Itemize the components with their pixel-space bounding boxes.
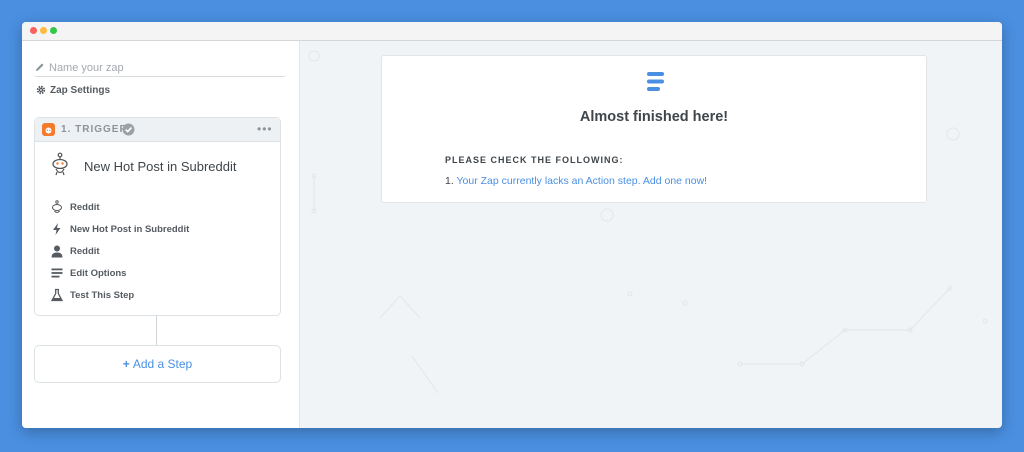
add-step-label: Add a Step (132, 357, 193, 371)
step-connector-line (156, 315, 157, 345)
more-options-icon[interactable]: ••• (257, 122, 273, 136)
user-icon (51, 245, 63, 258)
trigger-title: New Hot Post in Subreddit (84, 159, 237, 174)
close-window-button[interactable] (30, 27, 37, 34)
zap-settings-label: Zap Settings (50, 85, 111, 96)
trigger-item-test[interactable]: Test This Step (50, 288, 270, 302)
add-step-button[interactable]: + Add a Step (34, 345, 281, 383)
reddit-app-badge-icon (42, 123, 55, 136)
status-panel: Almost finished here! PLEASE CHECK THE F… (381, 55, 927, 203)
plus-icon: + (122, 357, 130, 371)
bolt-icon (53, 223, 61, 235)
trigger-item-label: Reddit (70, 202, 100, 213)
check-circle-icon (122, 123, 135, 136)
editor-canvas: Almost finished here! PLEASE CHECK THE F… (300, 41, 1002, 428)
gear-icon (36, 85, 46, 95)
zap-editor-sidebar: Name your zap Zap Settings 1. TRIGGER ••… (22, 41, 300, 428)
lines-icon (51, 268, 63, 278)
trigger-header: 1. TRIGGER ••• (35, 118, 280, 142)
trigger-item-account[interactable]: Reddit (50, 244, 270, 258)
add-action-link[interactable]: Your Zap currently lacks an Action step.… (457, 175, 708, 187)
trigger-item-label: Edit Options (70, 268, 127, 279)
zap-name-placeholder: Name your zap (49, 62, 124, 74)
reddit-icon (52, 152, 68, 176)
title-bar (22, 22, 1002, 41)
trigger-step-label: 1. TRIGGER (61, 124, 128, 135)
minimize-window-button[interactable] (40, 27, 47, 34)
issue-number: 1. (445, 175, 454, 187)
trigger-item-options[interactable]: Edit Options (50, 266, 270, 280)
trigger-item-label: Reddit (70, 246, 100, 257)
check-heading: PLEASE CHECK THE FOLLOWING: (445, 155, 624, 165)
trigger-item-event[interactable]: New Hot Post in Subreddit (50, 222, 270, 236)
zapier-lines-icon (647, 72, 664, 91)
app-window: Name your zap Zap Settings 1. TRIGGER ••… (22, 22, 1002, 428)
panel-title: Almost finished here! (579, 109, 729, 125)
trigger-item-label: New Hot Post in Subreddit (70, 224, 190, 235)
trigger-step-card[interactable]: 1. TRIGGER ••• New Hot Post in Subreddit (34, 117, 281, 316)
flask-icon (50, 288, 64, 302)
pencil-icon (36, 63, 44, 71)
maximize-window-button[interactable] (50, 27, 57, 34)
issue-item: 1. Your Zap currently lacks an Action st… (445, 175, 707, 187)
reddit-icon (52, 200, 62, 213)
zap-name-field[interactable]: Name your zap (35, 61, 285, 77)
trigger-item-app[interactable]: Reddit (50, 200, 270, 214)
trigger-item-label: Test This Step (70, 290, 135, 301)
